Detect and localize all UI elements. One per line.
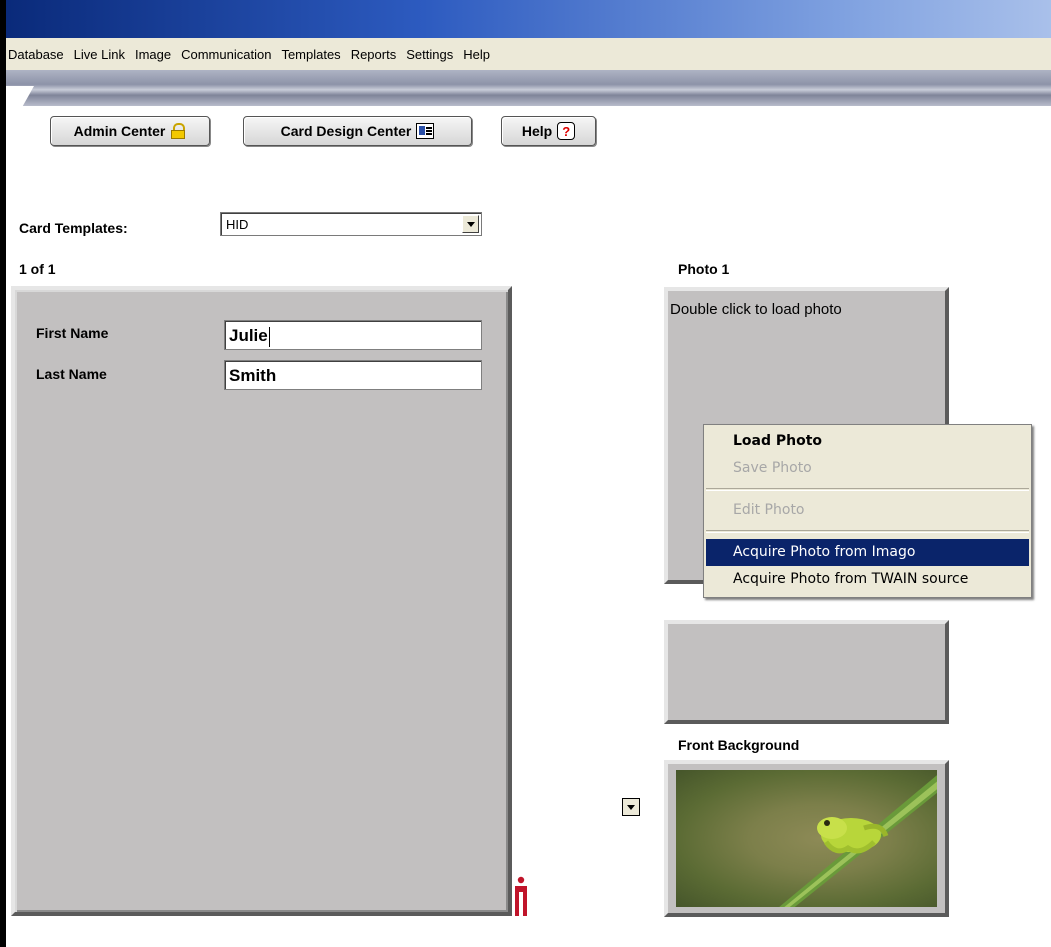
- photo-context-menu: Load Photo Save Photo Edit Photo Acquire…: [703, 424, 1032, 598]
- menu-reports[interactable]: Reports: [346, 47, 402, 62]
- decorative-ribbon: [6, 70, 1051, 106]
- menu-communication[interactable]: Communication: [176, 47, 276, 62]
- question-mark-icon: ?: [557, 122, 576, 140]
- last-name-label: Last Name: [36, 366, 107, 382]
- menu-separator: [706, 488, 1029, 491]
- photo-hint: Double click to load photo: [670, 301, 842, 318]
- window-left-border: [0, 0, 6, 947]
- admin-center-label: Admin Center: [73, 123, 166, 139]
- front-background-title: Front Background: [678, 737, 800, 753]
- menu-bar: Database Live Link Image Communication T…: [6, 38, 1051, 70]
- secondary-image-box[interactable]: [664, 620, 949, 724]
- menu-separator: [706, 530, 1029, 533]
- menu-help[interactable]: Help: [458, 47, 495, 62]
- company-logo-icon: [515, 876, 527, 916]
- menu-settings[interactable]: Settings: [401, 47, 458, 62]
- card-design-icon: [416, 123, 435, 139]
- frog-background-image: [676, 770, 937, 907]
- card-preview-panel: First Name Julie Last Name Smith: [11, 286, 512, 916]
- menu-item-edit-photo: Edit Photo: [733, 502, 805, 518]
- front-background-box[interactable]: [664, 760, 949, 917]
- first-name-field[interactable]: Julie: [224, 320, 482, 350]
- record-counter: 1 of 1: [19, 261, 56, 277]
- first-name-value: Julie: [229, 326, 268, 345]
- first-name-label: First Name: [36, 325, 109, 341]
- ribbon-corner: [6, 86, 34, 136]
- menu-live-link[interactable]: Live Link: [69, 47, 130, 62]
- menu-image[interactable]: Image: [130, 47, 176, 62]
- card-templates-dropdown[interactable]: HID: [220, 212, 482, 236]
- photo-title: Photo 1: [678, 261, 730, 277]
- menu-templates[interactable]: Templates: [276, 47, 345, 62]
- last-name-field[interactable]: Smith: [224, 360, 482, 390]
- admin-center-button[interactable]: Admin Center: [50, 116, 210, 146]
- menu-item-save-photo: Save Photo: [733, 460, 812, 476]
- menu-item-load-photo[interactable]: Load Photo: [706, 428, 1029, 455]
- text-caret: [268, 326, 270, 347]
- card-design-center-label: Card Design Center: [280, 123, 412, 139]
- card-templates-selected-value: HID: [226, 217, 249, 232]
- last-name-value: Smith: [229, 366, 277, 385]
- lock-icon: [170, 123, 186, 139]
- help-button[interactable]: Help ?: [501, 116, 596, 146]
- title-bar: [6, 0, 1051, 38]
- menu-database[interactable]: Database: [6, 47, 69, 62]
- background-dropdown-arrow[interactable]: [622, 798, 640, 816]
- chevron-down-icon[interactable]: [462, 215, 479, 233]
- card-templates-label: Card Templates:: [19, 220, 128, 236]
- menu-item-acquire-imago[interactable]: Acquire Photo from Imago: [706, 539, 1029, 566]
- menu-item-acquire-twain[interactable]: Acquire Photo from TWAIN source: [706, 566, 1029, 593]
- help-label: Help: [521, 123, 553, 139]
- card-design-center-button[interactable]: Card Design Center: [243, 116, 472, 146]
